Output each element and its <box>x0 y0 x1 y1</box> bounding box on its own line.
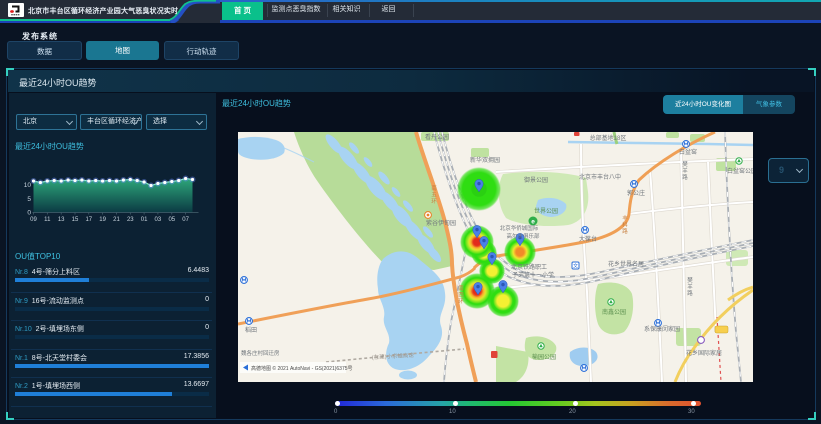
svg-text:0: 0 <box>27 210 31 217</box>
svg-text:21: 21 <box>113 217 120 223</box>
svg-text:高尔夫俱乐部: 高尔夫俱乐部 <box>506 232 540 240</box>
svg-text:总部基地18区: 总部基地18区 <box>590 134 627 142</box>
svg-text:白盆窑: 白盆窑 <box>679 148 697 156</box>
svg-text:高德地图 © 2021 AutoNavi - GS(2021: 高德地图 © 2021 AutoNavi - GS(2021)6375号 <box>251 365 353 372</box>
svg-text:13: 13 <box>58 217 65 223</box>
svg-text:01: 01 <box>141 217 148 223</box>
svg-text:05: 05 <box>168 217 175 223</box>
svg-text:新华双拥园: 新华双拥园 <box>470 156 500 164</box>
svg-text:5: 5 <box>27 196 31 203</box>
svg-text:御景公园: 御景公园 <box>524 176 548 184</box>
svg-text:白盆窑公园: 白盆窑公园 <box>727 167 753 175</box>
svg-text:子弟第十一小学: 子弟第十一小学 <box>512 271 554 279</box>
svg-text:南五环: 南五环 <box>431 184 437 205</box>
svg-text:南鑫公园: 南鑫公园 <box>602 308 626 316</box>
svg-text:23: 23 <box>127 217 134 223</box>
svg-text:北京铁路职工: 北京铁路职工 <box>511 263 547 271</box>
svg-text:系保康闵家园: 系保康闵家园 <box>644 325 680 333</box>
svg-text:南四环: 南四环 <box>458 284 464 305</box>
svg-text:榆园公园: 榆园公园 <box>532 353 556 361</box>
svg-text:07: 07 <box>182 217 189 223</box>
svg-text:e: e <box>531 219 535 226</box>
svg-text:11: 11 <box>44 217 51 223</box>
svg-text:樊羊路: 樊羊路 <box>687 276 693 297</box>
svg-text:文: 文 <box>573 263 578 270</box>
svg-text:樊羊路: 樊羊路 <box>682 160 688 181</box>
svg-text:09: 09 <box>30 217 37 223</box>
svg-text:花乡国际家居: 花乡国际家居 <box>686 349 722 357</box>
svg-text:北京市丰台八中: 北京市丰台八中 <box>579 173 621 181</box>
svg-text:10: 10 <box>24 182 32 189</box>
svg-text:花乡世界名居: 花乡世界名居 <box>608 260 644 268</box>
svg-text:稻田: 稻田 <box>245 326 257 334</box>
svg-text:紫谷伊甸园: 紫谷伊甸园 <box>426 219 456 227</box>
svg-text:19: 19 <box>99 217 106 223</box>
svg-text:17: 17 <box>85 217 92 223</box>
svg-text:郭公庄: 郭公庄 <box>627 189 645 197</box>
svg-text:丰科路: 丰科路 <box>622 214 628 235</box>
svg-text:看丹公园: 看丹公园 <box>425 133 449 141</box>
svg-text:15: 15 <box>72 217 79 223</box>
svg-text:魏各庄村回迁房: 魏各庄村回迁房 <box>241 349 280 357</box>
svg-text:世界公园: 世界公园 <box>534 207 558 215</box>
svg-text:03: 03 <box>155 217 162 223</box>
svg-text:北京华侨城国际: 北京华侨城国际 <box>500 224 539 232</box>
svg-text:大葆台: 大葆台 <box>579 235 597 243</box>
